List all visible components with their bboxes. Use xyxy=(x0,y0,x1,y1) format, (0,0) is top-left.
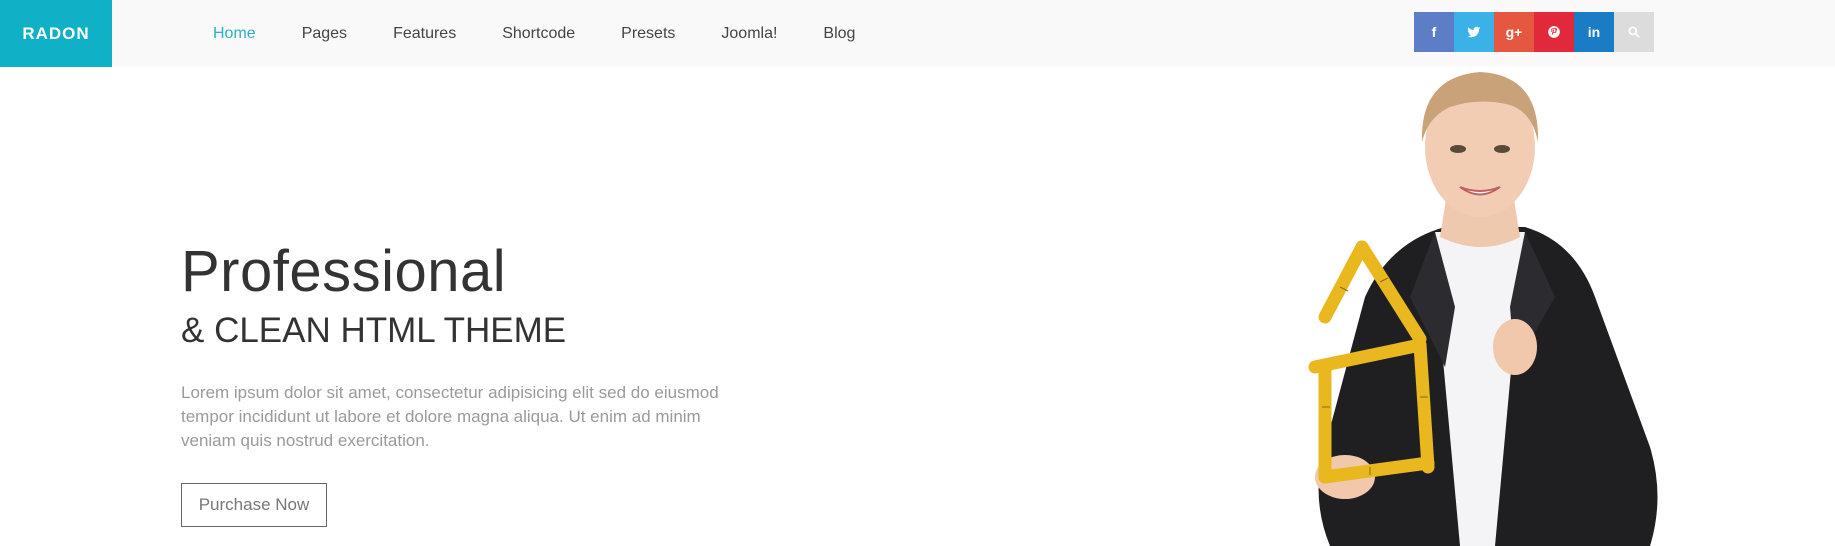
hand-right xyxy=(1493,319,1537,375)
nav-item-joomla[interactable]: Joomla! xyxy=(698,0,800,67)
linkedin-icon: in xyxy=(1587,24,1601,40)
twitter-icon xyxy=(1467,26,1481,38)
facebook-button[interactable]: f xyxy=(1414,12,1454,52)
hero-title: Professional xyxy=(181,239,507,304)
site-header: RADON Home Pages Features Shortcode Pres… xyxy=(0,0,1835,67)
eye-right xyxy=(1494,145,1510,153)
hero-description: Lorem ipsum dolor sit amet, consectetur … xyxy=(181,383,719,450)
site-logo[interactable]: RADON xyxy=(0,0,112,67)
eye-left xyxy=(1450,145,1466,153)
social-links: f g+ in xyxy=(1414,12,1654,52)
purchase-button[interactable]: Purchase Now xyxy=(181,483,327,527)
nav-item-shortcode[interactable]: Shortcode xyxy=(479,0,598,67)
nav-item-presets[interactable]: Presets xyxy=(598,0,698,67)
pinterest-icon xyxy=(1548,26,1560,38)
twitter-button[interactable] xyxy=(1454,12,1494,52)
nav-item-home[interactable]: Home xyxy=(190,0,279,67)
hero-photo xyxy=(1308,72,1658,546)
facebook-icon: f xyxy=(1431,24,1437,40)
hero-subtitle: & CLEAN HTML THEME xyxy=(181,311,567,350)
nav-item-features[interactable]: Features xyxy=(370,0,479,67)
google-plus-button[interactable]: g+ xyxy=(1494,12,1534,52)
search-icon xyxy=(1628,26,1640,38)
nav-item-blog[interactable]: Blog xyxy=(800,0,878,67)
nav-item-pages[interactable]: Pages xyxy=(279,0,370,67)
linkedin-button[interactable]: in xyxy=(1574,12,1614,52)
google-plus-icon: g+ xyxy=(1505,24,1523,40)
pinterest-button[interactable] xyxy=(1534,12,1574,52)
search-button[interactable] xyxy=(1614,12,1654,52)
main-nav: Home Pages Features Shortcode Presets Jo… xyxy=(190,0,878,67)
